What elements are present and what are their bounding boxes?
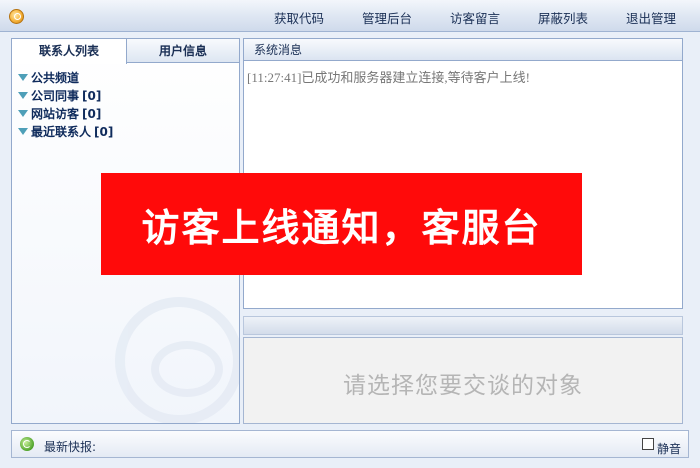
group-label: 最近联系人	[31, 125, 92, 139]
refresh-icon[interactable]	[20, 437, 34, 451]
chat-toolbar-strip	[243, 316, 683, 335]
tree-group-site-visitors[interactable]: 网站访客 [0]	[18, 105, 113, 123]
menu-visitor-messages[interactable]: 访客留言	[450, 8, 500, 27]
group-count: [0]	[82, 89, 102, 103]
expand-triangle-icon	[18, 92, 28, 99]
tree-group-public-channel[interactable]: 公共频道	[18, 69, 113, 87]
group-label: 公司同事	[31, 89, 80, 103]
expand-triangle-icon	[18, 74, 28, 81]
menu-block-list[interactable]: 屏蔽列表	[538, 8, 588, 27]
app-logo-icon	[9, 9, 24, 24]
panel-tabs: 联系人列表 用户信息	[12, 39, 239, 64]
menu-admin-backend[interactable]: 管理后台	[362, 8, 412, 27]
menu-get-code[interactable]: 获取代码	[274, 8, 324, 27]
group-count: [0]	[82, 107, 102, 121]
tab-contact-list[interactable]: 联系人列表	[12, 39, 127, 64]
chat-input-area[interactable]: 请选择您要交谈的对象	[243, 337, 683, 424]
expand-triangle-icon	[18, 128, 28, 135]
contact-tree: 公共频道 公司同事 [0] 网站访客 [0] 最近联系人 [0]	[18, 69, 113, 141]
group-count: [0]	[94, 125, 114, 139]
menu-logout[interactable]: 退出管理	[626, 8, 676, 27]
system-message-text: [11:27:41]已成功和服务器建立连接,等待客户上线!	[247, 70, 530, 85]
tree-group-colleagues[interactable]: 公司同事 [0]	[18, 87, 113, 105]
mute-label: 静音	[657, 442, 682, 456]
mute-checkbox[interactable]	[642, 438, 654, 450]
bottom-status-bar: 最新快报: 静音	[11, 430, 689, 458]
tab-user-info[interactable]: 用户信息	[127, 39, 239, 63]
select-contact-prompt: 请选择您要交谈的对象	[343, 373, 583, 399]
watermark-logo-icon	[115, 297, 239, 423]
top-menu-bar: 获取代码 管理后台 访客留言 屏蔽列表 退出管理	[0, 0, 700, 32]
expand-triangle-icon	[18, 110, 28, 117]
latest-news-label: 最新快报:	[44, 440, 97, 454]
group-label: 网站访客	[31, 107, 80, 121]
tree-group-recent-contacts[interactable]: 最近联系人 [0]	[18, 123, 113, 141]
system-message-title: 系统消息	[244, 39, 682, 61]
banner-text: 访客上线通知，客服台	[141, 206, 542, 250]
group-label: 公共频道	[31, 71, 80, 85]
visitor-online-banner: 访客上线通知，客服台	[101, 173, 582, 275]
